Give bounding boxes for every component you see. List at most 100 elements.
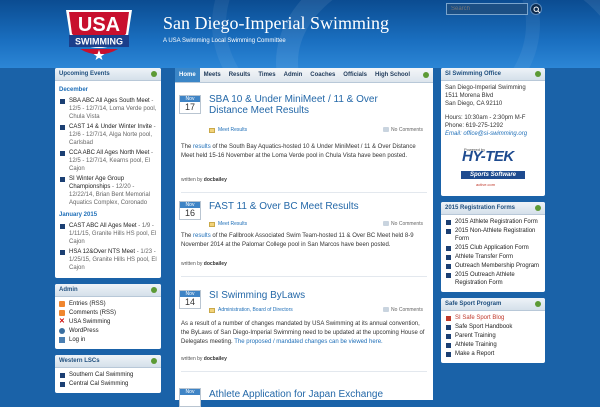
widget-title: 2015 Registration Forms <box>441 202 545 215</box>
registration-link-label[interactable]: 2015 Non-Athlete Registration Form <box>455 228 535 242</box>
event-item[interactable]: SI Winter Age Group Championships - 12/2… <box>59 175 157 207</box>
admin-link-label[interactable]: WordPress <box>69 328 99 334</box>
widget-toggle-icon[interactable] <box>535 71 541 77</box>
post-comments-label[interactable]: No Comments <box>391 127 423 133</box>
post-category-link[interactable]: Meet Results <box>218 221 247 227</box>
event-item[interactable]: SBA ABC All Ages South Meet - 12/5 - 12/… <box>59 97 157 121</box>
widget-toggle-icon[interactable] <box>535 301 541 307</box>
site-title[interactable]: San Diego-Imperial Swimming <box>163 13 389 34</box>
event-title[interactable]: CAST 14 & Under Winter Invite <box>69 124 152 130</box>
post-category-link[interactable]: Meet Results <box>218 127 247 133</box>
widget-toggle-icon[interactable] <box>151 71 157 77</box>
post-comments-link[interactable]: No Comments <box>383 221 423 227</box>
widget-toggle-icon[interactable] <box>151 287 157 293</box>
lsc-link-label[interactable]: Southern Cal Swimming <box>69 372 133 378</box>
month-heading: December <box>59 87 89 93</box>
event-item[interactable]: CAST 14 & Under Winter Invite - 12/6 - 1… <box>59 123 157 147</box>
safe-sport-link[interactable]: Athlete Training <box>445 341 541 349</box>
event-title[interactable]: CAST ABC All Ages Meet <box>69 223 137 229</box>
admin-link-label[interactable]: USA Swimming <box>69 319 110 325</box>
upcoming-events-widget: Upcoming Events December SBA ABC All Age… <box>55 68 161 278</box>
nav-item-times[interactable]: Times <box>254 68 279 82</box>
nav-item-meets[interactable]: Meets <box>200 68 225 82</box>
post-comments-link[interactable]: No Comments <box>383 307 423 313</box>
registration-link[interactable]: 2015 Athlete Registration Form <box>445 218 541 226</box>
registration-link-label[interactable]: 2015 Club Application Form <box>455 245 529 251</box>
results-link[interactable]: results <box>193 144 211 150</box>
safe-sport-link[interactable]: SI Safe Sport Blog <box>445 314 541 322</box>
nav-item-officials[interactable]: Officials <box>339 68 371 82</box>
event-bullet-icon <box>60 99 65 104</box>
post-title-link[interactable]: SI Swimming ByLaws <box>209 290 419 301</box>
registration-link-label[interactable]: Outreach Membership Program <box>455 263 539 269</box>
post-title-link[interactable]: SBA 10 & Under MiniMeet / 11 & Over Dist… <box>209 94 419 116</box>
post-title-link[interactable]: FAST 11 & Over BC Meet Results <box>209 201 419 212</box>
admin-link-label[interactable]: Log in <box>69 337 85 343</box>
safe-sport-link-label[interactable]: Make a Report <box>455 351 494 357</box>
site-tagline: A USA Swimming Local Swimming Committee <box>163 38 286 44</box>
event-item[interactable]: HSA 12&Over NTS Meet - 1/23 - 1/25/15, G… <box>59 248 157 272</box>
post-comments-label[interactable]: No Comments <box>391 307 423 313</box>
registration-link[interactable]: Athlete Transfer Form <box>445 253 541 261</box>
admin-link-login[interactable]: Log in <box>59 336 157 344</box>
byline-label: written by <box>181 261 203 267</box>
registration-link-label[interactable]: 2015 Athlete Registration Form <box>455 219 538 225</box>
admin-link-comments-rss[interactable]: Comments (RSS) <box>59 309 157 317</box>
registration-link[interactable]: 2015 Outreach Athlete Registration Form <box>445 271 541 287</box>
widget-title: Western LSCs <box>55 355 161 368</box>
event-title[interactable]: SBA ABC All Ages South Meet <box>69 98 150 104</box>
admin-link-wordpress[interactable]: WordPress <box>59 327 157 335</box>
post-author[interactable]: docbailey <box>204 356 227 362</box>
safe-sport-link[interactable]: Make a Report <box>445 350 541 358</box>
post-title-link[interactable]: Athlete Application for Japan Exchange <box>209 389 419 400</box>
nav-item-high-school[interactable]: High School <box>371 68 414 82</box>
office-address-line: 1511 Morena Blvd <box>445 93 494 99</box>
rss-icon <box>59 310 65 316</box>
admin-link-entries-rss[interactable]: Entries (RSS) <box>59 300 157 308</box>
lsc-link[interactable]: Central Cal Swimming <box>59 380 157 388</box>
usa-swimming-logo[interactable]: USA SWIMMING <box>60 6 138 62</box>
office-email-link[interactable]: Email: office@si-swimming.org <box>445 130 541 138</box>
post-author[interactable]: docbailey <box>204 261 227 267</box>
registration-link[interactable]: 2015 Non-Athlete Registration Form <box>445 227 541 243</box>
event-item[interactable]: CCA ABC All Ages North Meet - 12/5 - 12/… <box>59 149 157 173</box>
admin-link-usa-swimming[interactable]: ✕ USA Swimming <box>59 318 157 326</box>
safe-sport-link-label[interactable]: Athlete Training <box>455 342 497 348</box>
nav-toggle-icon[interactable] <box>423 72 429 78</box>
nav-item-results[interactable]: Results <box>225 68 255 82</box>
safe-sport-widget: Safe Sport Program SI Safe Sport Blog Sa… <box>441 298 545 363</box>
hytek-sponsor-logo[interactable]: Powered by HY-TEK Sports Software active… <box>454 144 532 190</box>
registration-link-label[interactable]: 2015 Outreach Athlete Registration Form <box>455 272 515 286</box>
post-comments-label[interactable]: No Comments <box>391 221 423 227</box>
post-author[interactable]: docbailey <box>204 177 227 183</box>
event-item[interactable]: CAST ABC All Ages Meet - 1/9 - 1/11/15, … <box>59 222 157 246</box>
sponsor-name: HY-TEK <box>462 148 514 165</box>
search-button[interactable] <box>530 3 542 15</box>
safe-sport-link[interactable]: Parent Training <box>445 332 541 340</box>
safe-sport-link-label[interactable]: Parent Training <box>455 333 496 339</box>
nav-item-coaches[interactable]: Coaches <box>306 68 339 82</box>
registration-link[interactable]: 2015 Club Application Form <box>445 244 541 252</box>
admin-link-label[interactable]: Entries (RSS) <box>69 301 106 307</box>
safe-sport-link-label[interactable]: SI Safe Sport Blog <box>455 315 504 321</box>
results-link[interactable]: results <box>193 233 211 239</box>
registration-link[interactable]: Outreach Membership Program <box>445 262 541 270</box>
nav-item-home[interactable]: Home <box>175 68 200 82</box>
admin-link-label[interactable]: Comments (RSS) <box>69 310 116 316</box>
office-address-line: San Diego-Imperial Swimming <box>445 85 526 91</box>
event-title[interactable]: HSA 12&Over NTS Meet <box>69 249 135 255</box>
safe-sport-link[interactable]: Safe Sport Handbook <box>445 323 541 331</box>
post-category-link[interactable]: Administration, Board of Directors <box>218 307 293 313</box>
lsc-link[interactable]: Southern Cal Swimming <box>59 371 157 379</box>
post-comments-link[interactable]: No Comments <box>383 127 423 133</box>
main-nav: Home Meets Results Times Admin Coaches O… <box>175 68 433 83</box>
nav-item-admin[interactable]: Admin <box>280 68 307 82</box>
search-input[interactable] <box>446 3 528 15</box>
safe-sport-link-label[interactable]: Safe Sport Handbook <box>455 324 512 330</box>
lsc-link-label[interactable]: Central Cal Swimming <box>69 381 128 387</box>
widget-toggle-icon[interactable] <box>151 358 157 364</box>
event-title[interactable]: CCA ABC All Ages North Meet <box>69 150 149 156</box>
widget-toggle-icon[interactable] <box>535 205 541 211</box>
bylaws-changes-link[interactable]: The proposed / mandated changes can be v… <box>234 339 382 345</box>
registration-link-label[interactable]: Athlete Transfer Form <box>455 254 513 260</box>
